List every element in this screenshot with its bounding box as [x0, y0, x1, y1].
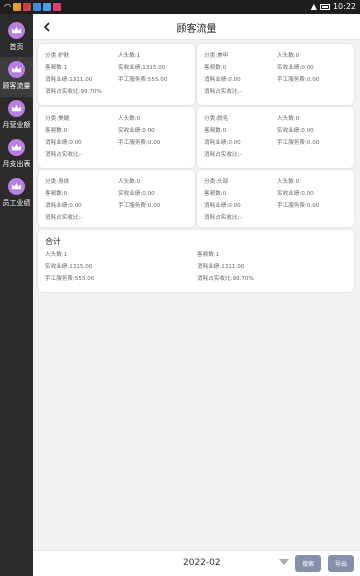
actual-revenue: 实收业绩:0.00 [277, 128, 314, 134]
category-label: 分类:脱毛 [204, 116, 229, 122]
category-card: 分类:护肤 客频数:1 消耗业绩:1311.00 消耗占实收比:99.70% 人… [38, 44, 195, 105]
consumption-ratio: 消耗占实收比:- [45, 215, 83, 221]
visit-count: 客频数:1 [45, 65, 68, 71]
headcount: 人头数:0 [277, 116, 300, 122]
sidebar-item-monthly-revenue[interactable]: 月营业额 [0, 96, 33, 136]
category-label: 分类:美甲 [204, 53, 229, 59]
sidebar-item-home[interactable]: 首页 [0, 18, 33, 58]
actual-revenue: 实收业绩:0.00 [118, 191, 155, 197]
export-button[interactable]: 导出 [328, 555, 354, 572]
consumption-ratio: 消耗占实收比:99.70% [45, 89, 102, 95]
header: 顾客流量 [33, 14, 360, 40]
visit-count: 客频数:0 [204, 65, 227, 71]
actual-revenue: 实收业绩:0.00 [277, 65, 314, 71]
consumption-revenue: 消耗业绩:0.00 [204, 203, 241, 209]
sidebar-item-monthly-expense[interactable]: 月支出表 [0, 135, 33, 175]
crown-icon [8, 139, 25, 156]
consumption-revenue: 消耗业绩:0.00 [45, 203, 82, 209]
app-notification-icon [52, 2, 61, 11]
consumption-revenue: 消耗业绩:1311.00 [45, 77, 93, 83]
visit-count: 客频数:0 [45, 128, 68, 134]
bottom-bar: 2022-02 搜索 导出 [33, 550, 360, 576]
crown-icon [8, 61, 25, 78]
crown-icon [8, 178, 25, 195]
status-icons: ◠ [4, 2, 61, 11]
content-area: 分类:护肤 客频数:1 消耗业绩:1311.00 消耗占实收比:99.70% 人… [33, 40, 360, 550]
consumption-revenue: 消耗业绩:0.00 [204, 140, 241, 146]
service-fee: 手工服务费:555.00 [118, 77, 168, 83]
total-title: 合计 [45, 237, 61, 246]
search-button[interactable]: 搜索 [295, 555, 321, 572]
visit-count: 客频数:0 [204, 128, 227, 134]
dropdown-arrow-icon[interactable] [279, 559, 289, 565]
app-notification-icon [32, 2, 41, 11]
status-time: 10:22 [332, 2, 356, 11]
category-card: 分类:美甲 客频数:0 消耗业绩:0.00 消耗占实收比:- 人头数:0 实收业… [197, 44, 354, 105]
month-picker[interactable]: 2022-02 [183, 558, 221, 568]
headcount: 人头数:1 [118, 53, 141, 59]
total-visit-count: 客频数:1 [197, 252, 220, 258]
category-label: 分类:美睫 [45, 116, 70, 122]
category-label: 分类:头部 [204, 179, 229, 185]
crown-icon [8, 100, 25, 117]
service-fee: 手工服务费:0.00 [118, 140, 161, 146]
service-fee: 手工服务费:0.00 [277, 203, 320, 209]
visit-count: 客频数:0 [204, 191, 227, 197]
sidebar-item-staff-performance[interactable]: 员工业绩 [0, 174, 33, 214]
sidebar-item-label: 员工业绩 [2, 199, 31, 207]
service-fee: 手工服务费:0.00 [118, 203, 161, 209]
category-card: 分类:头部 客频数:0 消耗业绩:0.00 消耗占实收比:- 人头数:0 实收业… [197, 170, 354, 227]
crown-icon [8, 22, 25, 39]
consumption-revenue: 消耗业绩:0.00 [45, 140, 82, 146]
consumption-ratio: 消耗占实收比:- [204, 215, 242, 221]
headcount: 人头数:0 [118, 179, 141, 185]
signal-icon: ▲ [310, 2, 317, 11]
total-consumption-ratio: 消耗占实收比:99.70% [197, 276, 254, 282]
actual-revenue: 实收业绩:1315.00 [118, 65, 166, 71]
sidebar: 首页 顾客流量 月营业额 月支出表 员工业绩 [0, 14, 33, 576]
sidebar-item-label: 首页 [9, 43, 24, 51]
battery-icon [319, 3, 330, 10]
category-label: 分类:身体 [45, 179, 70, 185]
consumption-ratio: 消耗占实收比:- [204, 89, 242, 95]
app-notification-icon [42, 2, 51, 11]
sidebar-item-label: 顾客流量 [2, 82, 31, 90]
actual-revenue: 实收业绩:0.00 [277, 191, 314, 197]
service-fee: 手工服务费:0.00 [277, 140, 320, 146]
sidebar-item-label: 月营业额 [2, 121, 31, 129]
category-label: 分类:护肤 [45, 53, 70, 59]
headcount: 人头数:0 [277, 179, 300, 185]
page-title: 顾客流量 [176, 24, 217, 35]
app-notification-icon [22, 2, 31, 11]
headcount: 人头数:0 [277, 53, 300, 59]
total-card: 合计 人头数:1 实收业绩:1315.00 手工服务费:555.00 客频数:1… [38, 230, 354, 292]
category-card: 分类:脱毛 客频数:0 消耗业绩:0.00 消耗占实收比:- 人头数:0 实收业… [197, 107, 354, 168]
consumption-ratio: 消耗占实收比:- [45, 152, 83, 158]
category-card: 分类:身体 客频数:0 消耗业绩:0.00 消耗占实收比:- 人头数:0 实收业… [38, 170, 195, 227]
sidebar-item-label: 月支出表 [2, 160, 31, 168]
sidebar-item-customer-flow[interactable]: 顾客流量 [0, 57, 33, 97]
consumption-ratio: 消耗占实收比:- [204, 152, 242, 158]
headcount: 人头数:0 [118, 116, 141, 122]
total-service-fee: 手工服务费:555.00 [45, 276, 95, 282]
service-fee: 手工服务费:0.00 [277, 77, 320, 83]
actual-revenue: 实收业绩:0.00 [118, 128, 155, 134]
wifi-icon: ◠ [4, 2, 11, 11]
consumption-revenue: 消耗业绩:0.00 [204, 77, 241, 83]
total-headcount: 人头数:1 [45, 252, 68, 258]
status-bar: ◠ ▲ 10:22 [0, 0, 360, 14]
visit-count: 客频数:0 [45, 191, 68, 197]
category-card: 分类:美睫 客频数:0 消耗业绩:0.00 消耗占实收比:- 人头数:0 实收业… [38, 107, 195, 168]
total-consumption-revenue: 消耗业绩:1311.00 [197, 264, 245, 270]
total-actual-revenue: 实收业绩:1315.00 [45, 264, 93, 270]
app-notification-icon [12, 2, 21, 11]
